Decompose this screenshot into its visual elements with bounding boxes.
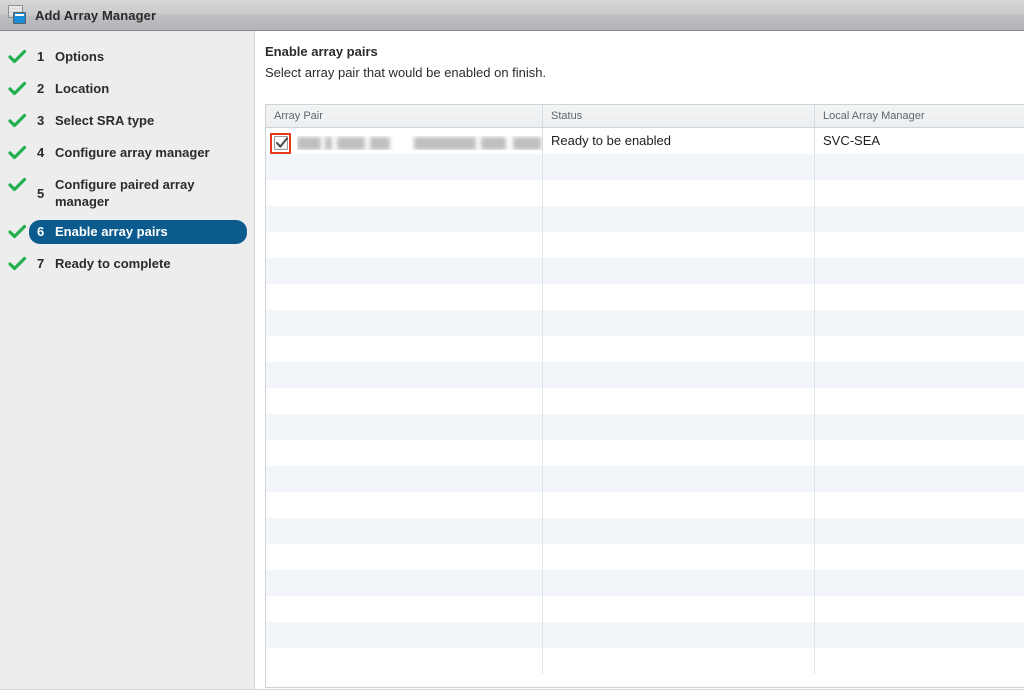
step-number: 1 [37, 49, 45, 64]
table-row[interactable] [266, 492, 1024, 518]
sidebar-item-location[interactable]: 2 Location [0, 77, 254, 103]
table-row[interactable] [266, 466, 1024, 492]
step-number: 4 [37, 145, 45, 160]
cell-array-pair[interactable] [266, 128, 543, 154]
cell-status: Ready to be enabled [543, 128, 815, 154]
table-row[interactable] [266, 336, 1024, 362]
table-header-row: Array Pair Status Local Array Manager [266, 105, 1024, 128]
step-label: Configure paired array manager [55, 177, 195, 209]
table-row[interactable] [266, 388, 1024, 414]
table-row[interactable] [266, 362, 1024, 388]
step-label: Select SRA type [55, 113, 155, 128]
table-row[interactable] [266, 180, 1024, 206]
column-header-status[interactable]: Status [543, 105, 815, 127]
window-titlebar: Add Array Manager [0, 0, 1024, 31]
step-label: Enable array pairs [55, 224, 168, 239]
step-number: 5 [37, 185, 45, 201]
step-number: 7 [37, 256, 45, 271]
table-row[interactable] [266, 232, 1024, 258]
check-icon [8, 173, 27, 193]
table-row[interactable] [266, 414, 1024, 440]
sidebar-item-ready-to-complete[interactable]: 7 Ready to complete [0, 252, 254, 278]
step-number: 6 [37, 224, 45, 239]
table-row[interactable] [266, 622, 1024, 648]
page-subtitle: Select array pair that would be enabled … [265, 65, 547, 80]
dialog-bottom-strip [0, 689, 1024, 700]
window-title: Add Array Manager [35, 7, 157, 23]
table-row[interactable]: Ready to be enabled SVC-SEA [266, 128, 1024, 154]
table-row[interactable] [266, 570, 1024, 596]
step-label: Ready to complete [55, 256, 171, 271]
table-row[interactable] [266, 206, 1024, 232]
row-checkbox[interactable] [273, 136, 288, 150]
step-label: Location [55, 81, 110, 96]
table-row[interactable] [266, 310, 1024, 336]
page-title: Enable array pairs [265, 44, 378, 59]
check-icon [8, 45, 27, 65]
table-row[interactable] [266, 440, 1024, 466]
main-content: Enable array pairs Select array pair tha… [256, 31, 1024, 700]
check-icon [8, 252, 27, 272]
table-row[interactable] [266, 154, 1024, 180]
step-number: 2 [37, 81, 45, 96]
table-row[interactable] [266, 284, 1024, 310]
table-row[interactable] [266, 258, 1024, 284]
step-number: 3 [37, 113, 45, 128]
array-pair-name-redacted [297, 136, 542, 150]
array-pairs-table: Array Pair Status Local Array Manager Re… [265, 104, 1024, 688]
step-label: Configure array manager [55, 145, 210, 160]
sidebar-item-enable-array-pairs[interactable]: 6 Enable array pairs [0, 220, 254, 246]
table-row[interactable] [266, 544, 1024, 570]
table-row[interactable] [266, 518, 1024, 544]
add-array-manager-dialog: Add Array Manager 1 Options 2 Location 3… [0, 0, 1024, 700]
check-icon [8, 141, 27, 161]
sidebar-item-configure-paired-array-manager[interactable]: 5 Configure paired array manager [0, 173, 254, 214]
table-row[interactable] [266, 648, 1024, 674]
sidebar-item-options[interactable]: 1 Options [0, 45, 254, 71]
array-manager-icon [7, 5, 27, 25]
table-body: Ready to be enabled SVC-SEA [266, 128, 1024, 674]
check-icon [8, 109, 27, 129]
cell-local-array-manager: SVC-SEA [815, 128, 1024, 154]
column-header-local-array-manager[interactable]: Local Array Manager [815, 105, 1024, 127]
table-row[interactable] [266, 596, 1024, 622]
sidebar-item-select-sra-type[interactable]: 3 Select SRA type [0, 109, 254, 135]
selection-highlight-box [270, 132, 291, 154]
column-header-array-pair[interactable]: Array Pair [266, 105, 543, 127]
check-icon [8, 220, 27, 240]
step-label: Options [55, 49, 105, 64]
wizard-step-sidebar: 1 Options 2 Location 3 Select SRA type 4… [0, 31, 255, 689]
check-icon [8, 77, 27, 97]
sidebar-item-configure-array-manager[interactable]: 4 Configure array manager [0, 141, 254, 167]
